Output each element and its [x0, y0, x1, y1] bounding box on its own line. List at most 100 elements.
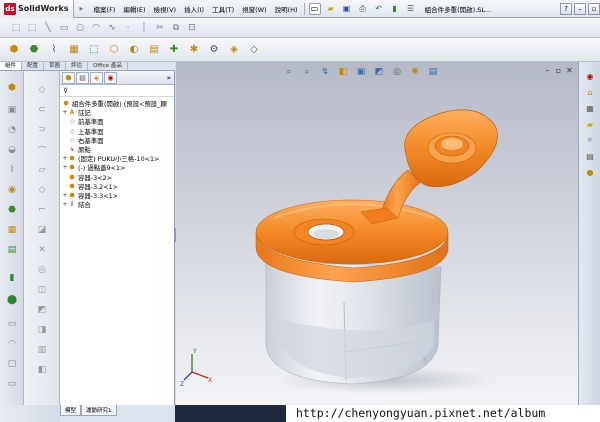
rectangle-icon[interactable]: ▭ — [57, 21, 71, 35]
sweep-icon[interactable]: ◒ — [4, 143, 20, 157]
feature-icon[interactable]: ⬢ — [4, 81, 20, 95]
sketch-icon[interactable]: ⬚ — [9, 21, 23, 35]
show-hidden-icon[interactable]: ◐ — [126, 42, 142, 58]
shell-icon[interactable]: ▦ — [4, 223, 20, 237]
expand-panel-icon[interactable]: » — [167, 74, 171, 82]
tab-sketch[interactable]: 草圖 — [44, 62, 67, 70]
offset-icon[interactable]: ⊡ — [185, 21, 199, 35]
reference-geometry-icon[interactable]: ✚ — [166, 42, 182, 58]
print-icon[interactable]: ⎙ — [357, 3, 369, 15]
restore-window-icon[interactable]: ▫ — [588, 2, 600, 15]
exploded-view-icon[interactable]: ◈ — [226, 42, 242, 58]
linear-pattern-icon[interactable]: ▦ — [66, 42, 82, 58]
menu-edit[interactable]: 編輯(E) — [119, 4, 149, 14]
paperclip-icon[interactable]: ⌇ — [46, 42, 62, 58]
explode-line-icon[interactable]: ◇ — [246, 42, 262, 58]
filter-icon[interactable]: ⊽ — [63, 87, 68, 95]
extend-surface-icon[interactable]: ◫ — [34, 283, 50, 297]
fillet-icon[interactable]: ◉ — [4, 183, 20, 197]
tab-model[interactable]: 模型 — [60, 405, 82, 416]
tab-assembly[interactable]: 組件 — [0, 62, 23, 70]
solidworks-resources-icon[interactable]: ◉ — [583, 70, 597, 82]
tree-item[interactable]: + ⬢ 容器-3.3<1> — [62, 191, 174, 200]
tree-item[interactable]: + A 註記 — [62, 108, 174, 117]
app-logo[interactable]: ds SolidWorks — [0, 0, 74, 18]
tree-item[interactable]: + ⬢ (固定) PUKU小三格-10<1> — [62, 154, 174, 163]
knit-surface-icon[interactable]: ◨ — [34, 323, 50, 337]
revolve-icon[interactable]: ◔ — [4, 123, 20, 137]
menu-help[interactable]: 說明(H) — [271, 4, 302, 14]
replace-face-icon[interactable]: ◎ — [34, 263, 50, 277]
surface-revolve-icon[interactable]: ⊂ — [34, 103, 50, 117]
tree-root[interactable]: ⬢ 組合件多重(開啟) (預設<預設_顯 — [62, 99, 174, 108]
tab-office-products[interactable]: Office 產品 — [88, 62, 128, 70]
loft-icon[interactable]: ⌇ — [4, 163, 20, 177]
tree-item[interactable]: ⬢ 容器-3<2> — [62, 173, 174, 182]
tree-item[interactable]: ◇ 上基準面 — [62, 127, 174, 136]
hole-wizard-icon[interactable]: ⬤ — [4, 293, 20, 307]
line-icon[interactable]: ╲ — [41, 21, 55, 35]
smart-fasteners-icon[interactable]: ⬚ — [86, 42, 102, 58]
mate-icon[interactable]: ⬣ — [26, 42, 42, 58]
configuration-manager-tab-icon[interactable]: ◈ — [90, 71, 103, 84]
trim-icon[interactable]: ✂ — [153, 21, 167, 35]
dome-icon[interactable]: ◠ — [4, 337, 20, 351]
smart-dimension-icon[interactable]: ⬚ — [25, 21, 39, 35]
tree-item[interactable]: ↳ 原點 — [62, 145, 174, 154]
filter-bar[interactable]: ⊽ — [60, 85, 174, 97]
new-motion-study-icon[interactable]: ✱ — [186, 42, 202, 58]
tree-item[interactable]: ⬢ 容器-3.2<1> — [62, 182, 174, 191]
help-search-icon[interactable]: ? — [560, 2, 572, 15]
combine-icon[interactable]: ▭ — [4, 377, 20, 391]
ruled-surface-icon[interactable]: ◪ — [34, 223, 50, 237]
menu-tools[interactable]: 工具(T) — [208, 4, 238, 14]
home-icon[interactable]: ⌂ — [583, 86, 597, 98]
feature-tree-tab-icon[interactable]: ⬢ — [62, 71, 75, 84]
delete-face-icon[interactable]: ✕ — [34, 243, 50, 257]
open-folder-icon[interactable]: ▰ — [325, 3, 337, 15]
wrap-icon[interactable]: ▭ — [4, 317, 20, 331]
tab-motion-study[interactable]: 運動研究1 — [81, 405, 117, 416]
property-manager-tab-icon[interactable]: ▤ — [76, 71, 89, 84]
chamfer-icon[interactable]: ⬣ — [4, 203, 20, 217]
insert-component-icon[interactable]: ⬢ — [6, 42, 22, 58]
tree-item[interactable]: ◇ 前基準面 — [62, 117, 174, 126]
surface-extrude-icon[interactable]: ◇ — [34, 83, 50, 97]
bill-of-materials-icon[interactable]: ⚙ — [206, 42, 222, 58]
assembly-features-icon[interactable]: ▤ — [146, 42, 162, 58]
rebuild-icon[interactable]: ▮ — [389, 3, 401, 15]
tab-evaluate[interactable]: 評估 — [66, 62, 89, 70]
surface-loft-icon[interactable]: ⌒ — [34, 143, 50, 157]
surface-sweep-icon[interactable]: ⊃ — [34, 123, 50, 137]
menu-insert[interactable]: 插入(I) — [180, 4, 208, 14]
trim-surface-icon[interactable]: ◩ — [34, 303, 50, 317]
circle-icon[interactable]: ○ — [73, 21, 87, 35]
cut-with-surface-icon[interactable]: ◧ — [34, 363, 50, 377]
file-explorer-icon[interactable]: ▰ — [583, 118, 597, 130]
tree-item[interactable]: + ⫴ 結合 — [62, 200, 174, 210]
menu-window[interactable]: 視窗(W) — [238, 4, 271, 14]
tab-layout[interactable]: 配置 — [22, 62, 45, 70]
split-icon[interactable]: ▢ — [4, 357, 20, 371]
design-library-icon[interactable]: ▦ — [583, 102, 597, 114]
minimize-window-icon[interactable]: – — [574, 2, 586, 15]
menu-view[interactable]: 檢視(V) — [150, 4, 181, 14]
graphics-area[interactable]: ⌕ ⌕ ↯ ◧ ▣ ◩ ◎ ✺ ▤ – ▫ ✕ Y X Z — [176, 62, 578, 405]
undo-icon[interactable]: ↶ — [373, 3, 385, 15]
mirror-icon[interactable]: ⧉ — [169, 21, 183, 35]
menu-pin-icon[interactable]: ▸ — [76, 3, 88, 15]
arc-icon[interactable]: ◠ — [89, 21, 103, 35]
boundary-surface-icon[interactable]: ▱ — [34, 163, 50, 177]
rib-icon[interactable]: ▮ — [4, 271, 20, 285]
save-icon[interactable]: ▣ — [341, 3, 353, 15]
search-icon[interactable]: ⌕ — [583, 134, 597, 146]
point-icon[interactable]: · — [121, 21, 135, 35]
filled-surface-icon[interactable]: ◇ — [34, 183, 50, 197]
options-icon[interactable]: ☰ — [405, 3, 417, 15]
tree-item[interactable]: ◇ 右基準面 — [62, 136, 174, 145]
spline-icon[interactable]: ∿ — [105, 21, 119, 35]
extrude-icon[interactable]: ▣ — [4, 103, 20, 117]
appearances-icon[interactable]: ● — [583, 166, 597, 178]
draft-icon[interactable]: ▤ — [4, 243, 20, 257]
view-palette-icon[interactable]: ▤ — [583, 150, 597, 162]
